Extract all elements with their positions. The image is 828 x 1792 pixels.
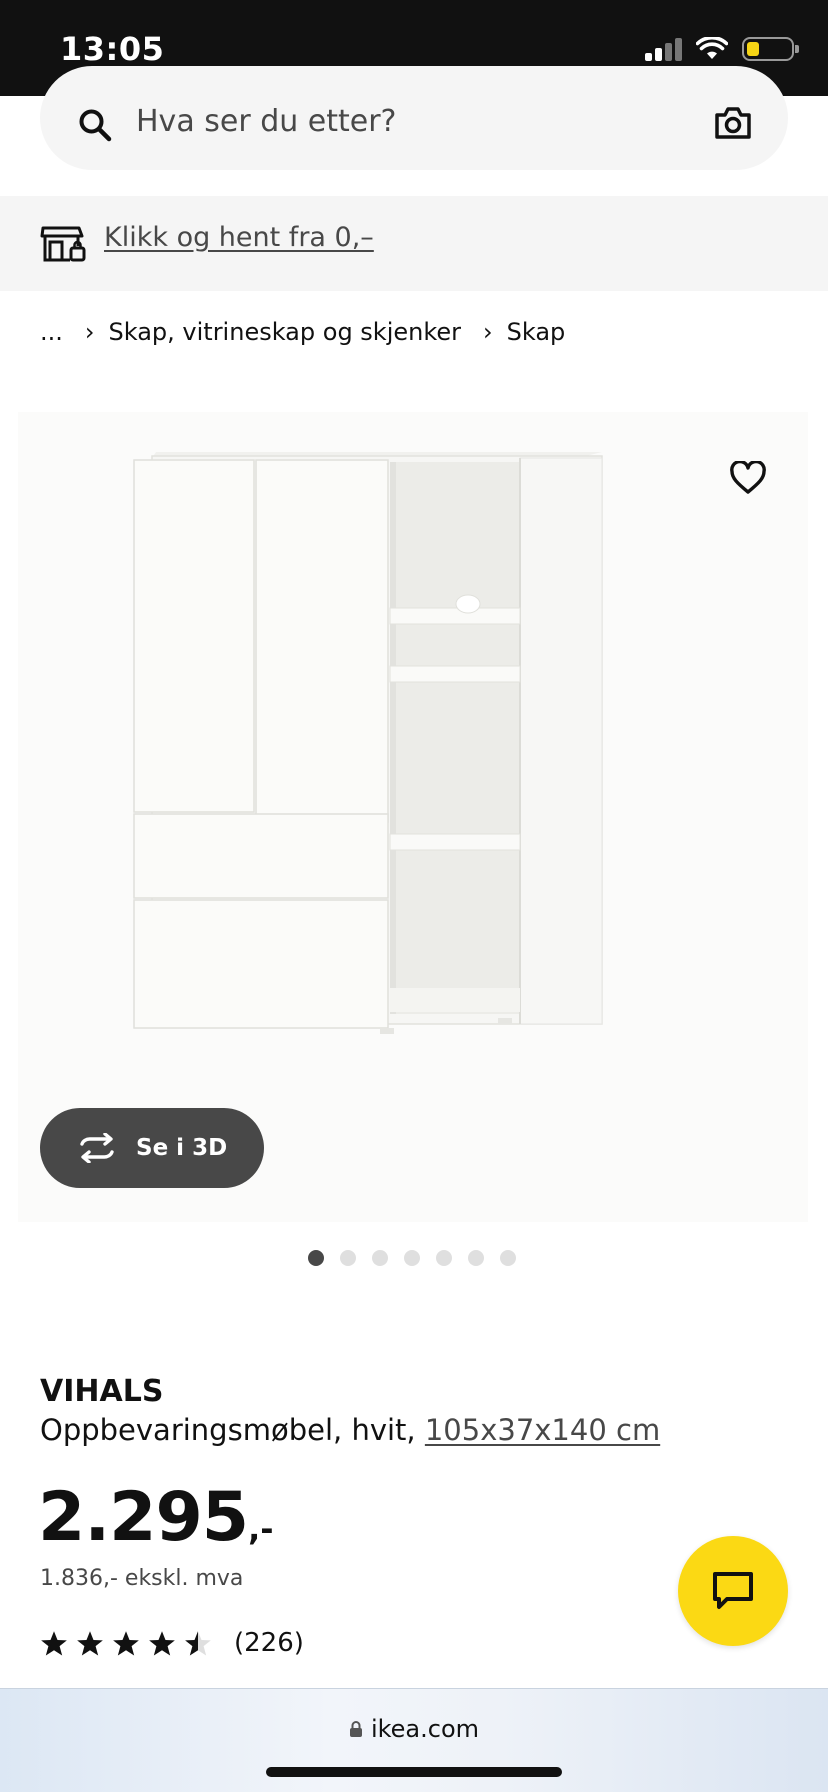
home-indicator[interactable] [266, 1767, 562, 1777]
status-time: 13:05 [60, 30, 165, 68]
product-brand: VIHALS [40, 1374, 164, 1409]
heart-icon[interactable] [729, 461, 767, 495]
product-type: Oppbevaringsmøbel, hvit, [40, 1413, 416, 1447]
cellular-signal-icon [645, 37, 682, 61]
product-price: 2.295 ,- [38, 1478, 274, 1557]
rotate-3d-icon [80, 1133, 114, 1163]
carousel-dot-4[interactable] [404, 1250, 420, 1266]
click-and-collect-link[interactable]: Klikk og hent fra 0,– [104, 222, 374, 253]
product-image[interactable] [18, 412, 808, 1222]
search-area [0, 66, 828, 196]
half-star-icon [185, 1630, 211, 1656]
search-icon[interactable] [78, 108, 112, 142]
view-3d-button[interactable]: Se i 3D [40, 1108, 264, 1188]
breadcrumb: ... › Skap, vitrineskap og skjenker › Sk… [40, 318, 565, 346]
product-rating[interactable]: (226) [40, 1628, 304, 1658]
star-icon [113, 1630, 139, 1656]
carousel-dot-2[interactable] [340, 1250, 356, 1266]
search-bar[interactable] [40, 66, 788, 170]
breadcrumb-item-ellipsis[interactable]: ... [40, 318, 63, 346]
carousel-dot-3[interactable] [372, 1250, 388, 1266]
carousel-dot-5[interactable] [436, 1250, 452, 1266]
promo-banner: Klikk og hent fra 0,– [0, 196, 828, 291]
product-photo [133, 452, 603, 1034]
browser-bottom-bar: ikea.com [0, 1688, 828, 1792]
chevron-right-icon: › [483, 318, 493, 346]
star-icon [149, 1630, 175, 1656]
chevron-right-icon: › [84, 318, 95, 346]
store-pickup-icon [40, 226, 86, 262]
price-excl-vat: 1.836,- ekskl. mva [40, 1566, 244, 1591]
product-description: Oppbevaringsmøbel, hvit, 105x37x140 cm [40, 1413, 660, 1447]
breadcrumb-item-skap[interactable]: Skap [507, 318, 566, 346]
url-bar[interactable]: ikea.com [0, 1715, 828, 1743]
battery-icon [742, 37, 799, 61]
chat-button[interactable] [678, 1536, 788, 1646]
star-icon [41, 1630, 67, 1656]
carousel-dots [308, 1250, 516, 1266]
search-input[interactable] [136, 96, 616, 146]
carousel-dot-7[interactable] [500, 1250, 516, 1266]
status-icons [645, 34, 799, 64]
breadcrumb-item-cabinets[interactable]: Skap, vitrineskap og skjenker [109, 318, 462, 346]
favorite-button[interactable] [722, 452, 774, 504]
lock-icon [349, 1721, 362, 1737]
wifi-icon [696, 37, 728, 59]
carousel-dot-1[interactable] [308, 1250, 324, 1266]
product-dimensions-link[interactable]: 105x37x140 cm [425, 1413, 660, 1447]
camera-icon[interactable] [714, 106, 752, 140]
rating-stars [40, 1630, 212, 1657]
star-icon [77, 1630, 103, 1656]
review-count[interactable]: (226) [234, 1628, 304, 1658]
carousel-dot-6[interactable] [468, 1250, 484, 1266]
view-3d-label: Se i 3D [136, 1135, 228, 1161]
chat-icon [713, 1572, 753, 1609]
url-text[interactable]: ikea.com [371, 1715, 479, 1743]
price-suffix: ,- [248, 1510, 274, 1548]
price-integer: 2.295 [38, 1478, 249, 1557]
